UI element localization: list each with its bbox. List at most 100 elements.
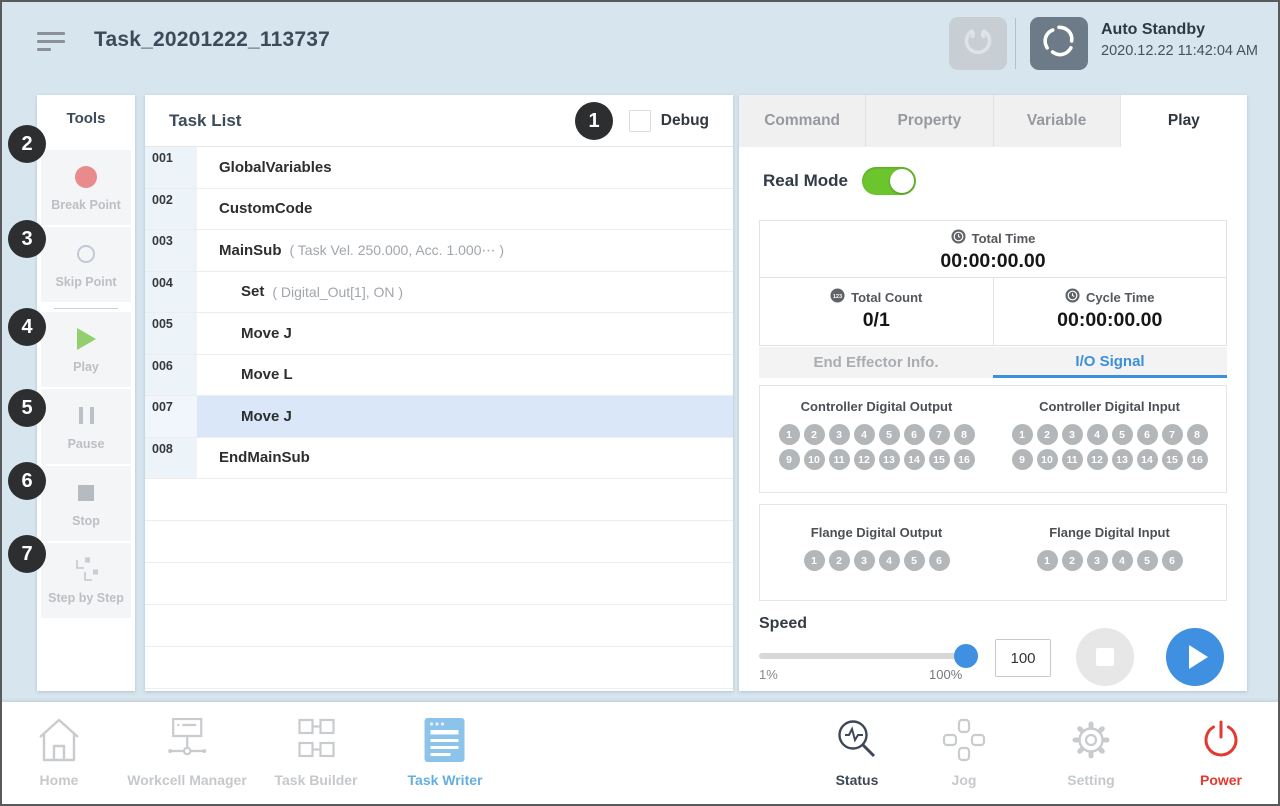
- nav-label: Status: [836, 772, 879, 788]
- nav-item-setting[interactable]: Setting: [1067, 714, 1115, 788]
- io-signal-indicator[interactable]: 3: [829, 424, 850, 445]
- io-signal-indicator[interactable]: 1: [779, 424, 800, 445]
- debug-toggle[interactable]: Debug: [629, 110, 709, 132]
- io-signal-indicator[interactable]: 1: [1012, 424, 1033, 445]
- task-row[interactable]: 005Move J: [145, 313, 733, 355]
- tab-property[interactable]: Property: [865, 95, 992, 147]
- io-signal-indicator[interactable]: 12: [854, 449, 875, 470]
- io-signal-indicator[interactable]: 9: [779, 449, 800, 470]
- io-signal-indicator[interactable]: 3: [854, 550, 875, 571]
- tool-stop-button[interactable]: Stop: [41, 466, 131, 541]
- subtab-io-signal[interactable]: I/O Signal: [993, 347, 1227, 378]
- empty-task-row[interactable]: [145, 563, 733, 605]
- nav-label: Workcell Manager: [127, 772, 247, 788]
- io-signal-indicator[interactable]: 1: [804, 550, 825, 571]
- tool-skip-point-button[interactable]: Skip Point: [41, 227, 131, 302]
- io-signal-indicator[interactable]: 8: [954, 424, 975, 445]
- io-signal-indicator[interactable]: 16: [954, 449, 975, 470]
- real-mode-switch[interactable]: [862, 167, 916, 195]
- io-signal-indicator[interactable]: 2: [1037, 424, 1058, 445]
- task-row[interactable]: 006Move L: [145, 355, 733, 397]
- nav-item-task-builder[interactable]: Task Builder: [275, 714, 358, 788]
- empty-task-row[interactable]: [145, 605, 733, 647]
- io-signal-indicator[interactable]: 12: [1087, 449, 1108, 470]
- play-run-button[interactable]: [1166, 628, 1224, 686]
- io-signal-indicator[interactable]: 7: [1162, 424, 1183, 445]
- stop-icon: [1096, 648, 1114, 666]
- io-signal-indicator[interactable]: 6: [1162, 550, 1183, 571]
- tool-play-button[interactable]: Play: [41, 312, 131, 387]
- speed-slider-track[interactable]: [759, 653, 971, 659]
- tool-step-by-step-button[interactable]: Step by Step: [41, 543, 131, 618]
- io-signal-indicator[interactable]: 10: [1037, 449, 1058, 470]
- nav-label: Home: [40, 772, 79, 788]
- task-row[interactable]: 001GlobalVariables: [145, 147, 733, 189]
- io-signal-indicator[interactable]: 8: [1187, 424, 1208, 445]
- total-count-cell: 123 Total Count 0/1: [760, 278, 994, 345]
- empty-task-row[interactable]: [145, 479, 733, 521]
- io-signal-indicator[interactable]: 9: [1012, 449, 1033, 470]
- cycle-time-label: Cycle Time: [1086, 290, 1154, 305]
- io-signal-indicator[interactable]: 1: [1037, 550, 1058, 571]
- nav-item-status[interactable]: Status: [833, 714, 881, 788]
- debug-checkbox[interactable]: [629, 110, 651, 132]
- nav-item-jog[interactable]: Jog: [940, 714, 988, 788]
- io-signal-indicator[interactable]: 7: [929, 424, 950, 445]
- tool-pause-button[interactable]: Pause: [41, 389, 131, 464]
- speed-value-input[interactable]: [995, 639, 1051, 677]
- io-signal-indicator[interactable]: 6: [904, 424, 925, 445]
- tool-label: Stop: [72, 514, 100, 528]
- io-signal-indicator[interactable]: 15: [929, 449, 950, 470]
- io-signal-indicator[interactable]: 14: [1137, 449, 1158, 470]
- io-signal-indicator[interactable]: 10: [804, 449, 825, 470]
- task-row[interactable]: 003MainSub( Task Vel. 250.000, Acc. 1.00…: [145, 230, 733, 272]
- io-signal-indicator[interactable]: 5: [1137, 550, 1158, 571]
- tab-variable[interactable]: Variable: [993, 95, 1120, 147]
- io-signal-indicator[interactable]: 13: [879, 449, 900, 470]
- io-signal-indicator[interactable]: 3: [1087, 550, 1108, 571]
- io-signal-indicator[interactable]: 5: [904, 550, 925, 571]
- io-signal-indicator[interactable]: 4: [854, 424, 875, 445]
- io-signal-indicator[interactable]: 4: [1087, 424, 1108, 445]
- io-signal-indicator[interactable]: 2: [804, 424, 825, 445]
- tool-label: Step by Step: [48, 591, 124, 605]
- task-row[interactable]: 007Move J: [145, 396, 733, 438]
- tab-play[interactable]: Play: [1120, 95, 1247, 147]
- pause-icon-wrap: [79, 403, 94, 429]
- io-signal-indicator[interactable]: 6: [929, 550, 950, 571]
- nav-item-task-writer[interactable]: Task Writer: [408, 714, 483, 788]
- task-row[interactable]: 004Set( Digital_Out[1], ON ): [145, 272, 733, 314]
- nav-item-workcell-manager[interactable]: Workcell Manager: [127, 714, 247, 788]
- io-signal-indicator[interactable]: 13: [1112, 449, 1133, 470]
- io-signal-indicator[interactable]: 14: [904, 449, 925, 470]
- menu-icon[interactable]: [37, 32, 67, 56]
- nav-item-power[interactable]: Power: [1197, 714, 1245, 788]
- mode-status-button[interactable]: [1030, 17, 1088, 70]
- empty-task-row[interactable]: [145, 647, 733, 689]
- io-signal-indicator[interactable]: 5: [1112, 424, 1133, 445]
- subtab-end-effector[interactable]: End Effector Info.: [759, 347, 993, 378]
- status-block: Auto Standby 2020.12.22 11:42:04 AM: [1101, 21, 1258, 59]
- io-signal-indicator[interactable]: 2: [829, 550, 850, 571]
- controller-io-box: Controller Digital Output123456789101112…: [759, 385, 1227, 493]
- io-signal-indicator[interactable]: 11: [1062, 449, 1083, 470]
- robot-gripper-button[interactable]: [949, 17, 1007, 70]
- io-signal-indicator[interactable]: 16: [1187, 449, 1208, 470]
- io-signal-indicator[interactable]: 4: [1112, 550, 1133, 571]
- command-params: ( Digital_Out[1], ON ): [272, 284, 403, 300]
- task-row[interactable]: 002CustomCode: [145, 189, 733, 231]
- empty-task-row[interactable]: [145, 521, 733, 563]
- io-signal-indicator[interactable]: 11: [829, 449, 850, 470]
- io-signal-indicator[interactable]: 3: [1062, 424, 1083, 445]
- io-signal-indicator[interactable]: 6: [1137, 424, 1158, 445]
- task-row[interactable]: 008EndMainSub: [145, 438, 733, 480]
- nav-item-home[interactable]: Home: [36, 714, 82, 788]
- io-signal-indicator[interactable]: 5: [879, 424, 900, 445]
- io-signal-indicator[interactable]: 15: [1162, 449, 1183, 470]
- io-signal-indicator[interactable]: 2: [1062, 550, 1083, 571]
- tool-break-point-button[interactable]: Break Point: [41, 150, 131, 225]
- tab-command[interactable]: Command: [739, 95, 865, 147]
- speed-slider-knob[interactable]: [954, 644, 978, 668]
- stop-run-button[interactable]: [1076, 628, 1134, 686]
- io-signal-indicator[interactable]: 4: [879, 550, 900, 571]
